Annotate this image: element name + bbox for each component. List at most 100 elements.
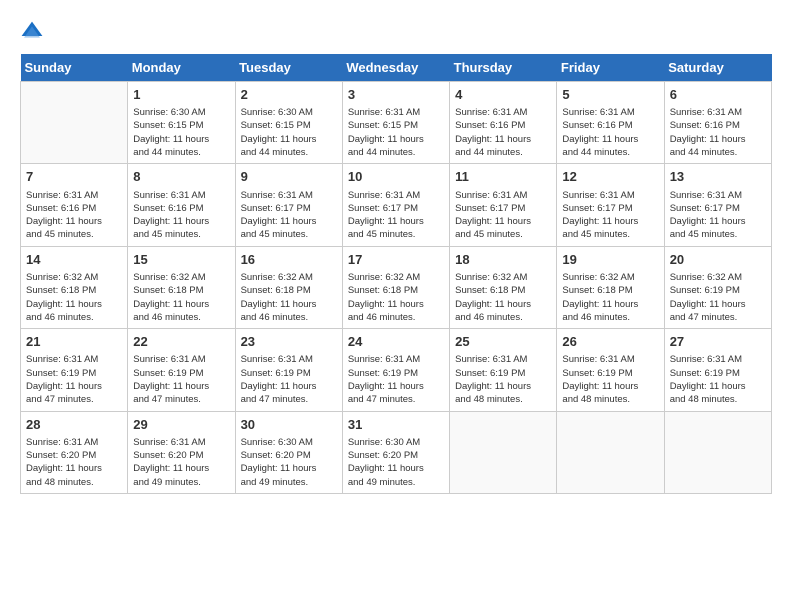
calendar-cell: 8 Sunrise: 6:31 AM Sunset: 6:16 PM Daylig…: [128, 164, 235, 246]
day-number: 27: [670, 333, 766, 351]
calendar-cell: 2 Sunrise: 6:30 AM Sunset: 6:15 PM Daylig…: [235, 82, 342, 164]
day-number: 30: [241, 416, 337, 434]
calendar-cell: [21, 82, 128, 164]
calendar-header-row: SundayMondayTuesdayWednesdayThursdayFrid…: [21, 54, 772, 82]
day-number: 11: [455, 168, 551, 186]
day-info: Sunrise: 6:32 AM Sunset: 6:18 PM Dayligh…: [26, 271, 122, 324]
day-info: Sunrise: 6:31 AM Sunset: 6:17 PM Dayligh…: [455, 189, 551, 242]
calendar-cell: 29Sunrise: 6:31 AM Sunset: 6:20 PM Dayli…: [128, 411, 235, 493]
day-number: 1: [133, 86, 229, 104]
day-number: 8: [133, 168, 229, 186]
day-number: 29: [133, 416, 229, 434]
day-number: 17: [348, 251, 444, 269]
day-info: Sunrise: 6:31 AM Sunset: 6:19 PM Dayligh…: [348, 353, 444, 406]
calendar-cell: 25Sunrise: 6:31 AM Sunset: 6:19 PM Dayli…: [450, 329, 557, 411]
day-info: Sunrise: 6:31 AM Sunset: 6:19 PM Dayligh…: [26, 353, 122, 406]
day-number: 18: [455, 251, 551, 269]
calendar-cell: 11 Sunrise: 6:31 AM Sunset: 6:17 PM Dayli…: [450, 164, 557, 246]
day-header-thursday: Thursday: [450, 54, 557, 82]
day-header-friday: Friday: [557, 54, 664, 82]
logo-icon: [20, 20, 44, 44]
day-number: 23: [241, 333, 337, 351]
day-number: 7: [26, 168, 122, 186]
day-number: 12: [562, 168, 658, 186]
day-info: Sunrise: 6:31 AM Sunset: 6:19 PM Dayligh…: [133, 353, 229, 406]
logo: [20, 20, 48, 44]
calendar-week-row: 7 Sunrise: 6:31 AM Sunset: 6:16 PM Daylig…: [21, 164, 772, 246]
day-info: Sunrise: 6:31 AM Sunset: 6:19 PM Dayligh…: [670, 353, 766, 406]
calendar-cell: 6Sunrise: 6:31 AM Sunset: 6:16 PM Daylig…: [664, 82, 771, 164]
page-header: [20, 20, 772, 44]
day-number: 14: [26, 251, 122, 269]
calendar-cell: 16 Sunrise: 6:32 AM Sunset: 6:18 PM Dayli…: [235, 246, 342, 328]
calendar-cell: [450, 411, 557, 493]
calendar-cell: 14 Sunrise: 6:32 AM Sunset: 6:18 PM Dayli…: [21, 246, 128, 328]
day-number: 16: [241, 251, 337, 269]
day-info: Sunrise: 6:31 AM Sunset: 6:19 PM Dayligh…: [455, 353, 551, 406]
day-info: Sunrise: 6:30 AM Sunset: 6:20 PM Dayligh…: [241, 436, 337, 489]
calendar-week-row: 28 Sunrise: 6:31 AM Sunset: 6:20 PM Dayli…: [21, 411, 772, 493]
calendar-cell: 19 Sunrise: 6:32 AM Sunset: 6:18 PM Dayli…: [557, 246, 664, 328]
day-info: Sunrise: 6:31 AM Sunset: 6:16 PM Dayligh…: [562, 106, 658, 159]
day-info: Sunrise: 6:32 AM Sunset: 6:18 PM Dayligh…: [133, 271, 229, 324]
day-info: Sunrise: 6:31 AM Sunset: 6:17 PM Dayligh…: [670, 189, 766, 242]
calendar-week-row: 21 Sunrise: 6:31 AM Sunset: 6:19 PM Dayli…: [21, 329, 772, 411]
calendar-cell: 7 Sunrise: 6:31 AM Sunset: 6:16 PM Daylig…: [21, 164, 128, 246]
day-number: 13: [670, 168, 766, 186]
day-info: Sunrise: 6:31 AM Sunset: 6:19 PM Dayligh…: [562, 353, 658, 406]
calendar-cell: 13 Sunrise: 6:31 AM Sunset: 6:17 PM Dayli…: [664, 164, 771, 246]
day-info: Sunrise: 6:30 AM Sunset: 6:15 PM Dayligh…: [241, 106, 337, 159]
day-info: Sunrise: 6:31 AM Sunset: 6:19 PM Dayligh…: [241, 353, 337, 406]
calendar-cell: 4Sunrise: 6:31 AM Sunset: 6:16 PM Daylig…: [450, 82, 557, 164]
calendar-cell: 31 Sunrise: 6:30 AM Sunset: 6:20 PM Dayli…: [342, 411, 449, 493]
day-number: 26: [562, 333, 658, 351]
day-info: Sunrise: 6:31 AM Sunset: 6:20 PM Dayligh…: [26, 436, 122, 489]
day-info: Sunrise: 6:31 AM Sunset: 6:16 PM Dayligh…: [133, 189, 229, 242]
day-number: 2: [241, 86, 337, 104]
day-header-sunday: Sunday: [21, 54, 128, 82]
calendar-cell: 1 Sunrise: 6:30 AM Sunset: 6:15 PM Daylig…: [128, 82, 235, 164]
calendar-cell: 20Sunrise: 6:32 AM Sunset: 6:19 PM Dayli…: [664, 246, 771, 328]
day-number: 22: [133, 333, 229, 351]
day-number: 5: [562, 86, 658, 104]
day-number: 10: [348, 168, 444, 186]
calendar-cell: 5 Sunrise: 6:31 AM Sunset: 6:16 PM Daylig…: [557, 82, 664, 164]
day-info: Sunrise: 6:32 AM Sunset: 6:18 PM Dayligh…: [241, 271, 337, 324]
day-info: Sunrise: 6:31 AM Sunset: 6:15 PM Dayligh…: [348, 106, 444, 159]
day-number: 24: [348, 333, 444, 351]
calendar-cell: 23 Sunrise: 6:31 AM Sunset: 6:19 PM Dayli…: [235, 329, 342, 411]
day-header-monday: Monday: [128, 54, 235, 82]
calendar-cell: 12 Sunrise: 6:31 AM Sunset: 6:17 PM Dayli…: [557, 164, 664, 246]
day-info: Sunrise: 6:31 AM Sunset: 6:16 PM Dayligh…: [26, 189, 122, 242]
calendar-cell: 28 Sunrise: 6:31 AM Sunset: 6:20 PM Dayli…: [21, 411, 128, 493]
day-info: Sunrise: 6:30 AM Sunset: 6:20 PM Dayligh…: [348, 436, 444, 489]
calendar-cell: 30 Sunrise: 6:30 AM Sunset: 6:20 PM Dayli…: [235, 411, 342, 493]
calendar-week-row: 14 Sunrise: 6:32 AM Sunset: 6:18 PM Dayli…: [21, 246, 772, 328]
calendar-cell: 21 Sunrise: 6:31 AM Sunset: 6:19 PM Dayli…: [21, 329, 128, 411]
calendar-cell: 18 Sunrise: 6:32 AM Sunset: 6:18 PM Dayli…: [450, 246, 557, 328]
calendar-cell: 10 Sunrise: 6:31 AM Sunset: 6:17 PM Dayli…: [342, 164, 449, 246]
calendar-cell: 26 Sunrise: 6:31 AM Sunset: 6:19 PM Dayli…: [557, 329, 664, 411]
day-info: Sunrise: 6:30 AM Sunset: 6:15 PM Dayligh…: [133, 106, 229, 159]
day-number: 6: [670, 86, 766, 104]
day-info: Sunrise: 6:32 AM Sunset: 6:18 PM Dayligh…: [562, 271, 658, 324]
day-header-tuesday: Tuesday: [235, 54, 342, 82]
calendar-cell: [557, 411, 664, 493]
day-number: 4: [455, 86, 551, 104]
calendar-cell: 15 Sunrise: 6:32 AM Sunset: 6:18 PM Dayli…: [128, 246, 235, 328]
day-info: Sunrise: 6:32 AM Sunset: 6:18 PM Dayligh…: [348, 271, 444, 324]
day-number: 3: [348, 86, 444, 104]
calendar-week-row: 1 Sunrise: 6:30 AM Sunset: 6:15 PM Daylig…: [21, 82, 772, 164]
day-number: 9: [241, 168, 337, 186]
day-header-wednesday: Wednesday: [342, 54, 449, 82]
day-info: Sunrise: 6:32 AM Sunset: 6:18 PM Dayligh…: [455, 271, 551, 324]
day-number: 31: [348, 416, 444, 434]
day-number: 15: [133, 251, 229, 269]
day-info: Sunrise: 6:31 AM Sunset: 6:17 PM Dayligh…: [348, 189, 444, 242]
calendar-cell: 22 Sunrise: 6:31 AM Sunset: 6:19 PM Dayli…: [128, 329, 235, 411]
day-info: Sunrise: 6:31 AM Sunset: 6:17 PM Dayligh…: [562, 189, 658, 242]
day-number: 28: [26, 416, 122, 434]
day-number: 19: [562, 251, 658, 269]
calendar-cell: [664, 411, 771, 493]
day-number: 21: [26, 333, 122, 351]
